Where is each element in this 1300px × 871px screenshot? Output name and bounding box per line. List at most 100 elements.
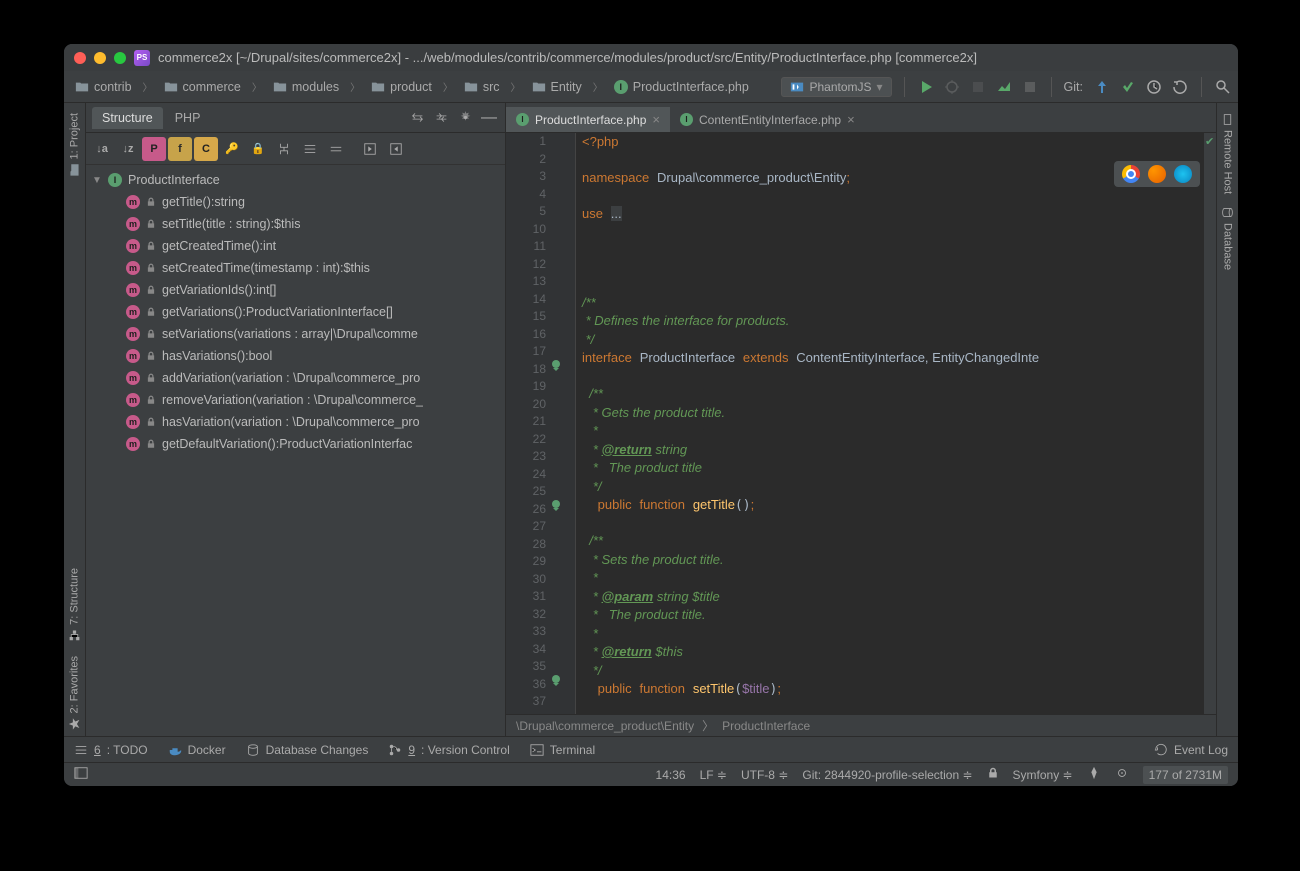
coverage-button[interactable] [969,78,987,96]
safari-icon[interactable] [1174,165,1192,183]
git-branch[interactable]: Git: 2844920-profile-selection ≑ [802,768,972,782]
collapse-all-button[interactable] [324,137,348,161]
event-log-tool-button[interactable]: Event Log [1154,743,1228,757]
method-icon: m [126,349,140,363]
window-close-button[interactable] [74,52,86,64]
show-constants-button[interactable]: C [194,137,218,161]
scroll-marker-bar[interactable]: ✔ [1204,133,1216,714]
favorites-tool-button[interactable]: 2: Favorites [66,650,83,736]
code-content[interactable]: <?php namespace Drupal\commerce_product\… [576,133,1204,714]
php-tab[interactable]: PHP [165,107,211,129]
structure-tab[interactable]: Structure [92,107,163,129]
tree-method[interactable]: mgetVariationIds():int[] [86,279,505,301]
git-commit-button[interactable] [1119,78,1137,96]
editor-tab[interactable]: I ContentEntityInterface.php × [670,107,865,132]
memory-indicator[interactable]: 177 of 2731M [1143,766,1228,784]
line-separator[interactable]: LF ≑ [700,768,727,782]
tree-method[interactable]: mremoveVariation(variation : \Drupal\com… [86,389,505,411]
tree-method[interactable]: mhasVariations():bool [86,345,505,367]
tree-method[interactable]: mhasVariation(variation : \Drupal\commer… [86,411,505,433]
fold-gutter[interactable] [564,133,576,714]
close-icon[interactable]: × [652,112,660,127]
project-tool-button[interactable]: 1: Project [66,107,83,182]
show-properties-button[interactable]: P [142,137,166,161]
autoscroll-from-button[interactable] [384,137,408,161]
breadcrumb-file[interactable]: IProductInterface.php [609,78,754,96]
tree-method[interactable]: mgetTitle():string [86,191,505,213]
hide-icon[interactable]: — [479,108,499,128]
tool-windows-toggle[interactable] [74,766,88,783]
expand-all-button[interactable] [298,137,322,161]
tree-method[interactable]: mgetVariations():ProductVariationInterfa… [86,301,505,323]
cursor-position[interactable]: 14:36 [656,768,686,782]
firefox-icon[interactable] [1148,165,1166,183]
run-button[interactable] [917,78,935,96]
revert-button[interactable] [1171,78,1189,96]
breadcrumb-entity[interactable]: Entity [527,78,587,96]
implements-gutter-icon[interactable] [550,499,562,511]
breadcrumb-modules[interactable]: modules [268,78,344,96]
tree-root[interactable]: ▼ I ProductInterface [86,169,505,191]
tree-method[interactable]: mgetDefaultVariation():ProductVariationI… [86,433,505,455]
breadcrumb-commerce[interactable]: commerce [159,78,246,96]
chevron-down-icon[interactable]: ▼ [92,175,102,186]
profiler-button[interactable] [995,78,1013,96]
terminal-tool-button[interactable]: Terminal [530,743,595,757]
search-button[interactable] [1214,78,1232,96]
tree-method[interactable]: msetVariations(variations : array|\Drupa… [86,323,505,345]
breadcrumb-ns[interactable]: \Drupal\commerce_product\Entity [516,719,694,733]
chrome-icon[interactable] [1122,165,1140,183]
sort-visibility-button[interactable]: ↓z [116,137,140,161]
stop-button[interactable] [1021,78,1039,96]
interface-icon: I [680,113,693,126]
group-button[interactable] [272,137,296,161]
lock-icon [146,417,156,427]
autoscroll-source-button[interactable] [358,137,382,161]
breadcrumb-src[interactable]: src [459,78,505,96]
structure-panel: Structure PHP — ↓a ↓z P f C 🔑 🔒 [86,103,506,736]
implements-gutter-icon[interactable] [550,674,562,686]
tree-method[interactable]: mgetCreatedTime():int [86,235,505,257]
titlebar: PS commerce2x [~/Drupal/sites/commerce2x… [64,44,1238,71]
window-minimize-button[interactable] [94,52,106,64]
interface-icon: I [516,113,529,126]
run-configuration-dropdown[interactable]: PhantomJS ▾ [781,77,891,97]
interface-icon: I [614,80,628,94]
file-encoding[interactable]: UTF-8 ≑ [741,768,788,782]
collapse-icon[interactable] [431,108,451,128]
lock-icon [146,439,156,449]
remote-host-tool-button[interactable]: Remote Host [1219,107,1236,200]
todo-tool-button[interactable]: 66: TODO: TODO [74,743,148,757]
debug-button[interactable] [943,78,961,96]
framework-indicator[interactable]: Symfony ≑ [1013,768,1073,782]
tree-method[interactable]: msetCreatedTime(timestamp : int):$this [86,257,505,279]
tree-method[interactable]: maddVariation(variation : \Drupal\commer… [86,367,505,389]
editor-tab-active[interactable]: I ProductInterface.php × [506,107,670,132]
git-update-button[interactable] [1093,78,1111,96]
tree-method[interactable]: msetTitle(title : string):$this [86,213,505,235]
code-editor[interactable]: 1234510111213141516171819202122232425262… [506,133,1216,714]
show-private-button[interactable]: 🔒 [246,137,270,161]
sort-alpha-button[interactable]: ↓a [90,137,114,161]
breadcrumb-product[interactable]: product [366,78,437,96]
implements-gutter-icon[interactable] [550,359,562,371]
database-tool-button[interactable]: Database [1219,200,1236,276]
inspection-indicator[interactable] [1115,766,1129,783]
readonly-toggle[interactable] [987,767,999,782]
close-icon[interactable]: × [847,112,855,127]
database-changes-tool-button[interactable]: Database Changes [246,743,369,757]
show-inherited-button[interactable]: 🔑 [220,137,244,161]
version-control-tool-button[interactable]: 9: Version Control9: Version Control [388,743,509,757]
history-button[interactable] [1145,78,1163,96]
docker-tool-button[interactable]: Docker [168,743,226,757]
settings-icon[interactable] [455,108,475,128]
traffic-lights [74,52,126,64]
structure-tool-button[interactable]: 7: Structure [66,562,83,648]
expand-icon[interactable] [407,108,427,128]
window-title: commerce2x [~/Drupal/sites/commerce2x] -… [158,50,977,65]
breadcrumb-class[interactable]: ProductInterface [722,719,810,733]
window-maximize-button[interactable] [114,52,126,64]
deployment-indicator[interactable] [1087,766,1101,783]
show-fields-button[interactable]: f [168,137,192,161]
breadcrumb-contrib[interactable]: contrib [70,78,137,96]
